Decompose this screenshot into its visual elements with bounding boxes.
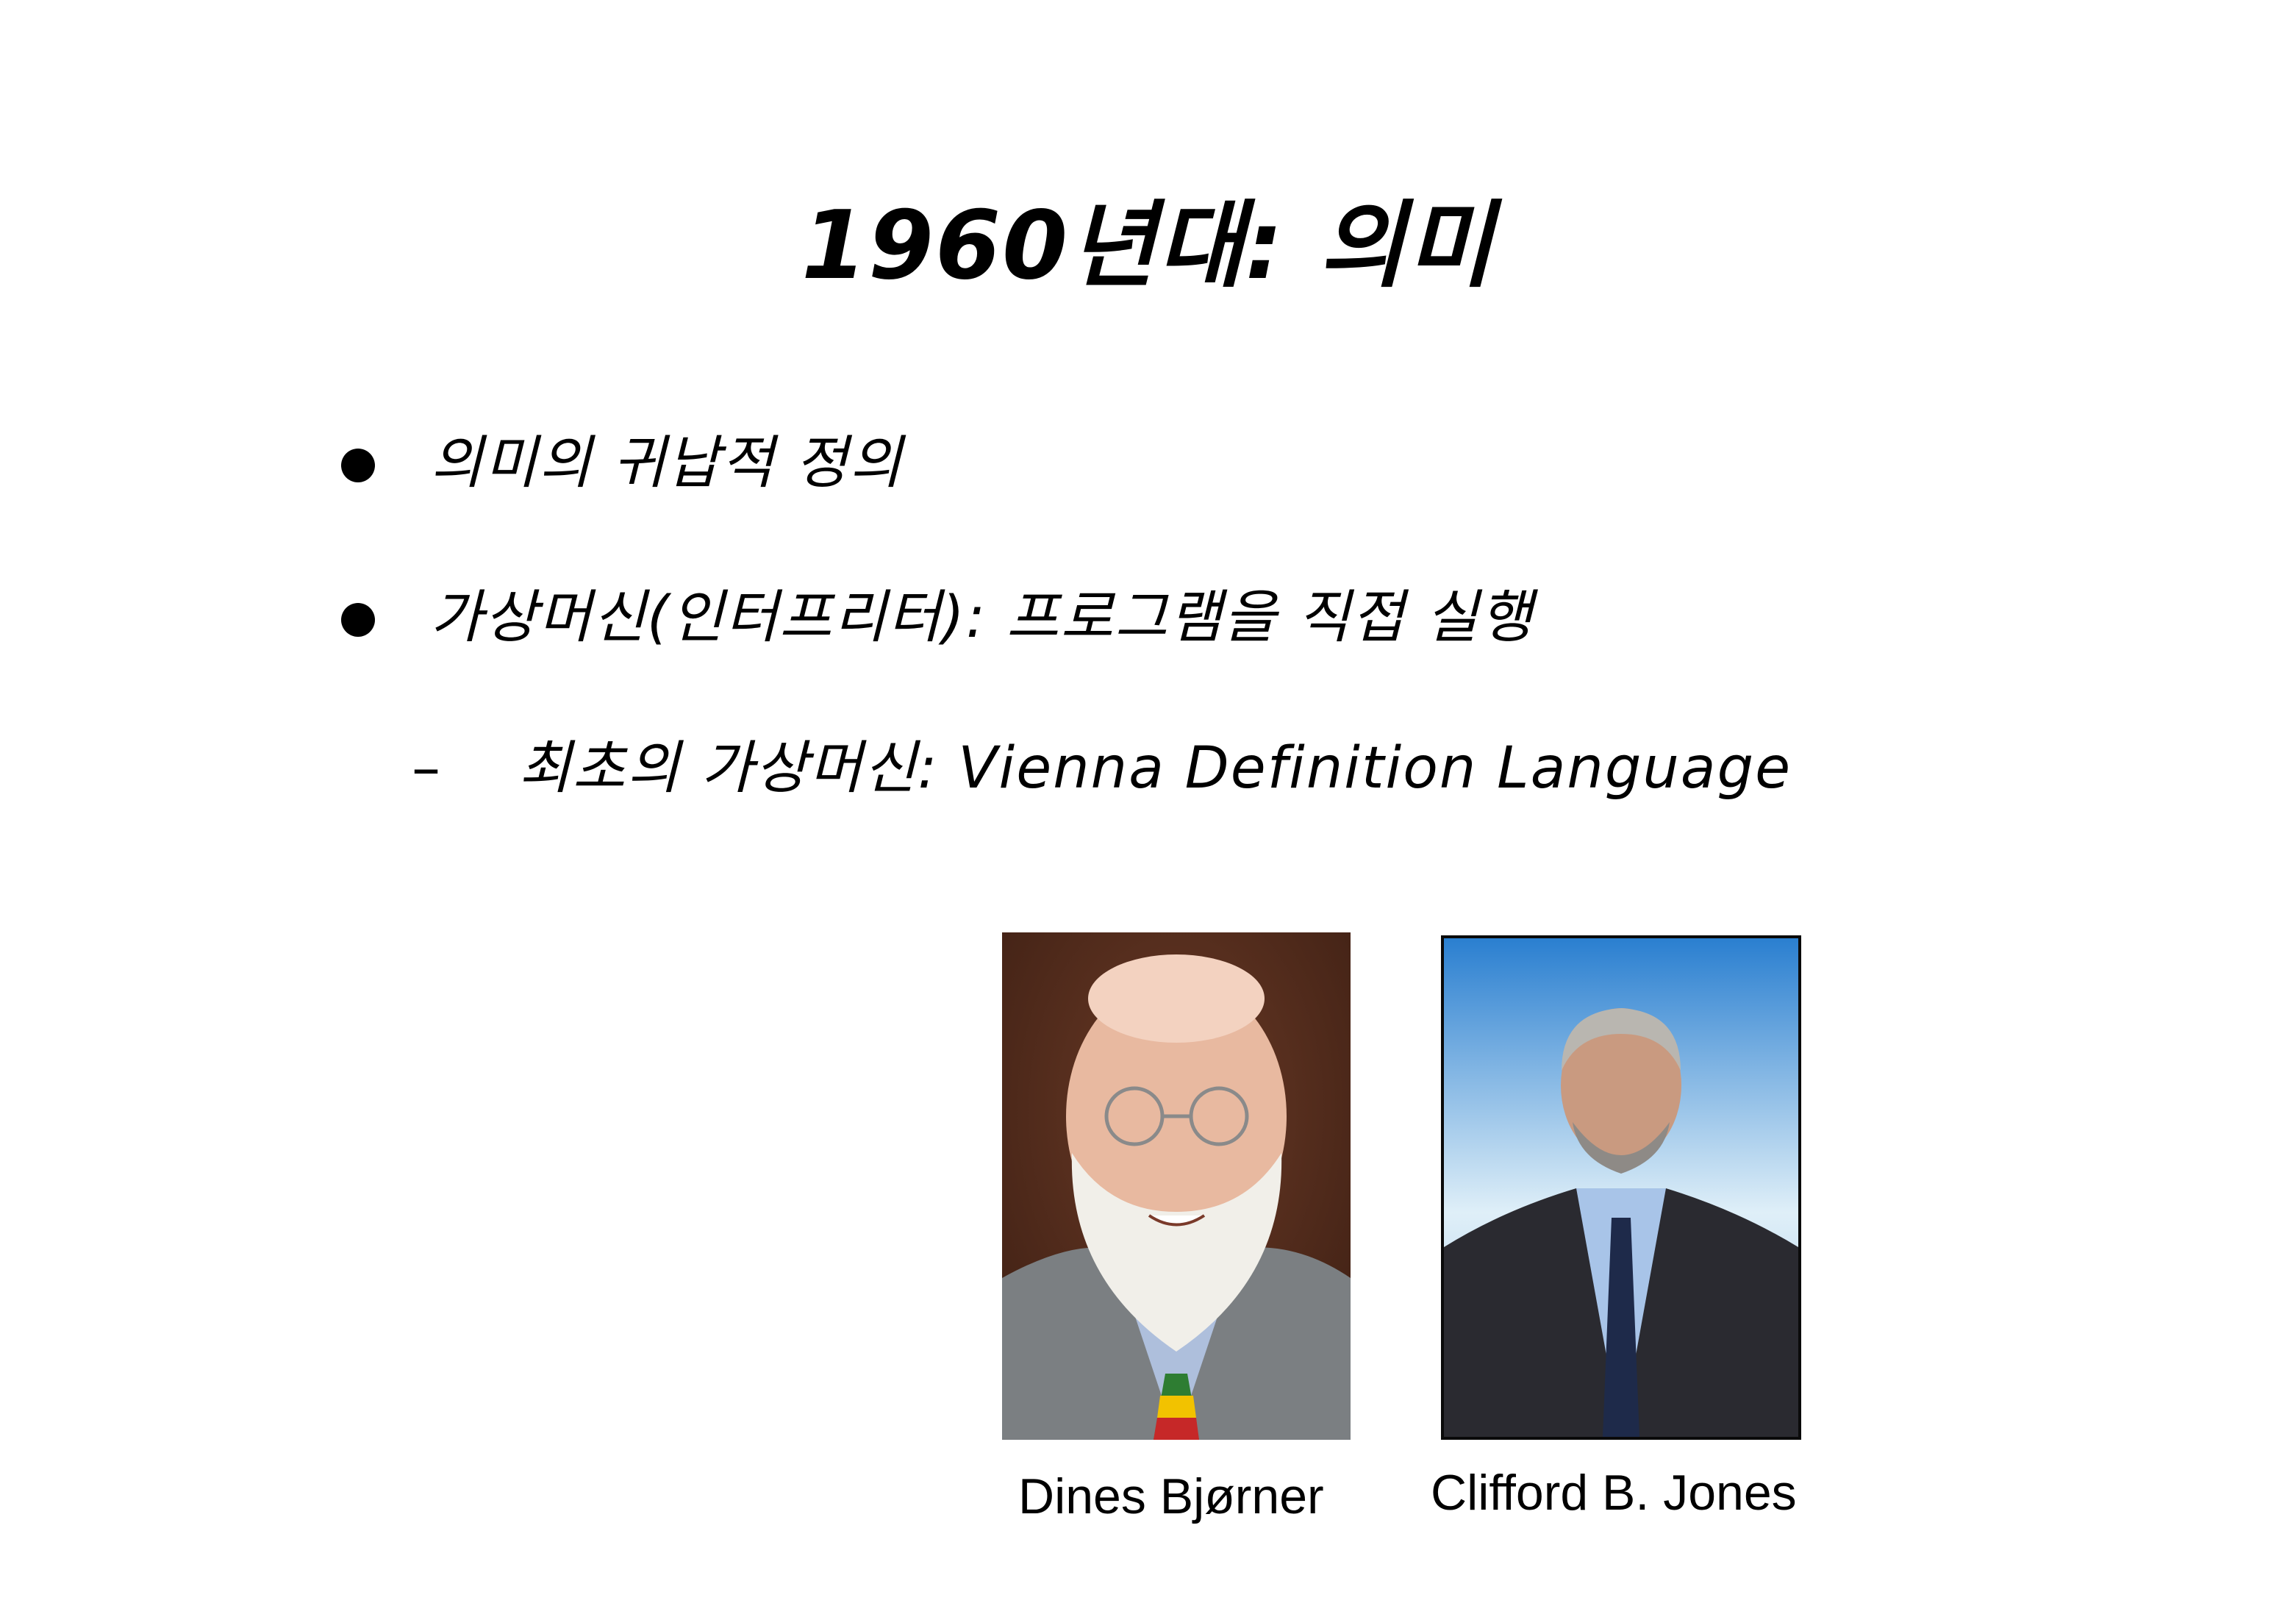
portrait-illustration	[1002, 932, 1351, 1440]
bullet-text: 의미의 귀납적 정의	[430, 430, 904, 496]
portrait-illustration	[1444, 938, 1798, 1437]
sub-bullet-text: 최초의 가상머신: Vienna Definition Language	[518, 735, 1792, 802]
photo-clifford-jones	[1441, 935, 1801, 1440]
bullet-dot-icon	[341, 603, 375, 637]
bullet-2: 가상머신(인터프리터): 프로그램을 직접 실행	[338, 574, 1662, 662]
caption-dines-bjorner: Dines Bjørner	[1018, 1468, 1324, 1524]
sub-bullet-dash: –	[412, 735, 440, 802]
photo-dines-bjorner	[1002, 932, 1351, 1440]
bullet-text: 가상머신(인터프리터): 프로그램을 직접 실행	[430, 585, 1534, 651]
bullet-1: 의미의 귀납적 정의	[338, 419, 1441, 507]
caption-clifford-jones: Clifford B. Jones	[1431, 1465, 1797, 1521]
bullet-dot-icon	[341, 449, 375, 482]
slide-title: 1960년대: 의미	[801, 191, 1495, 301]
sub-bullet: – 최초의 가상머신: Vienna Definition Language	[412, 724, 1845, 813]
